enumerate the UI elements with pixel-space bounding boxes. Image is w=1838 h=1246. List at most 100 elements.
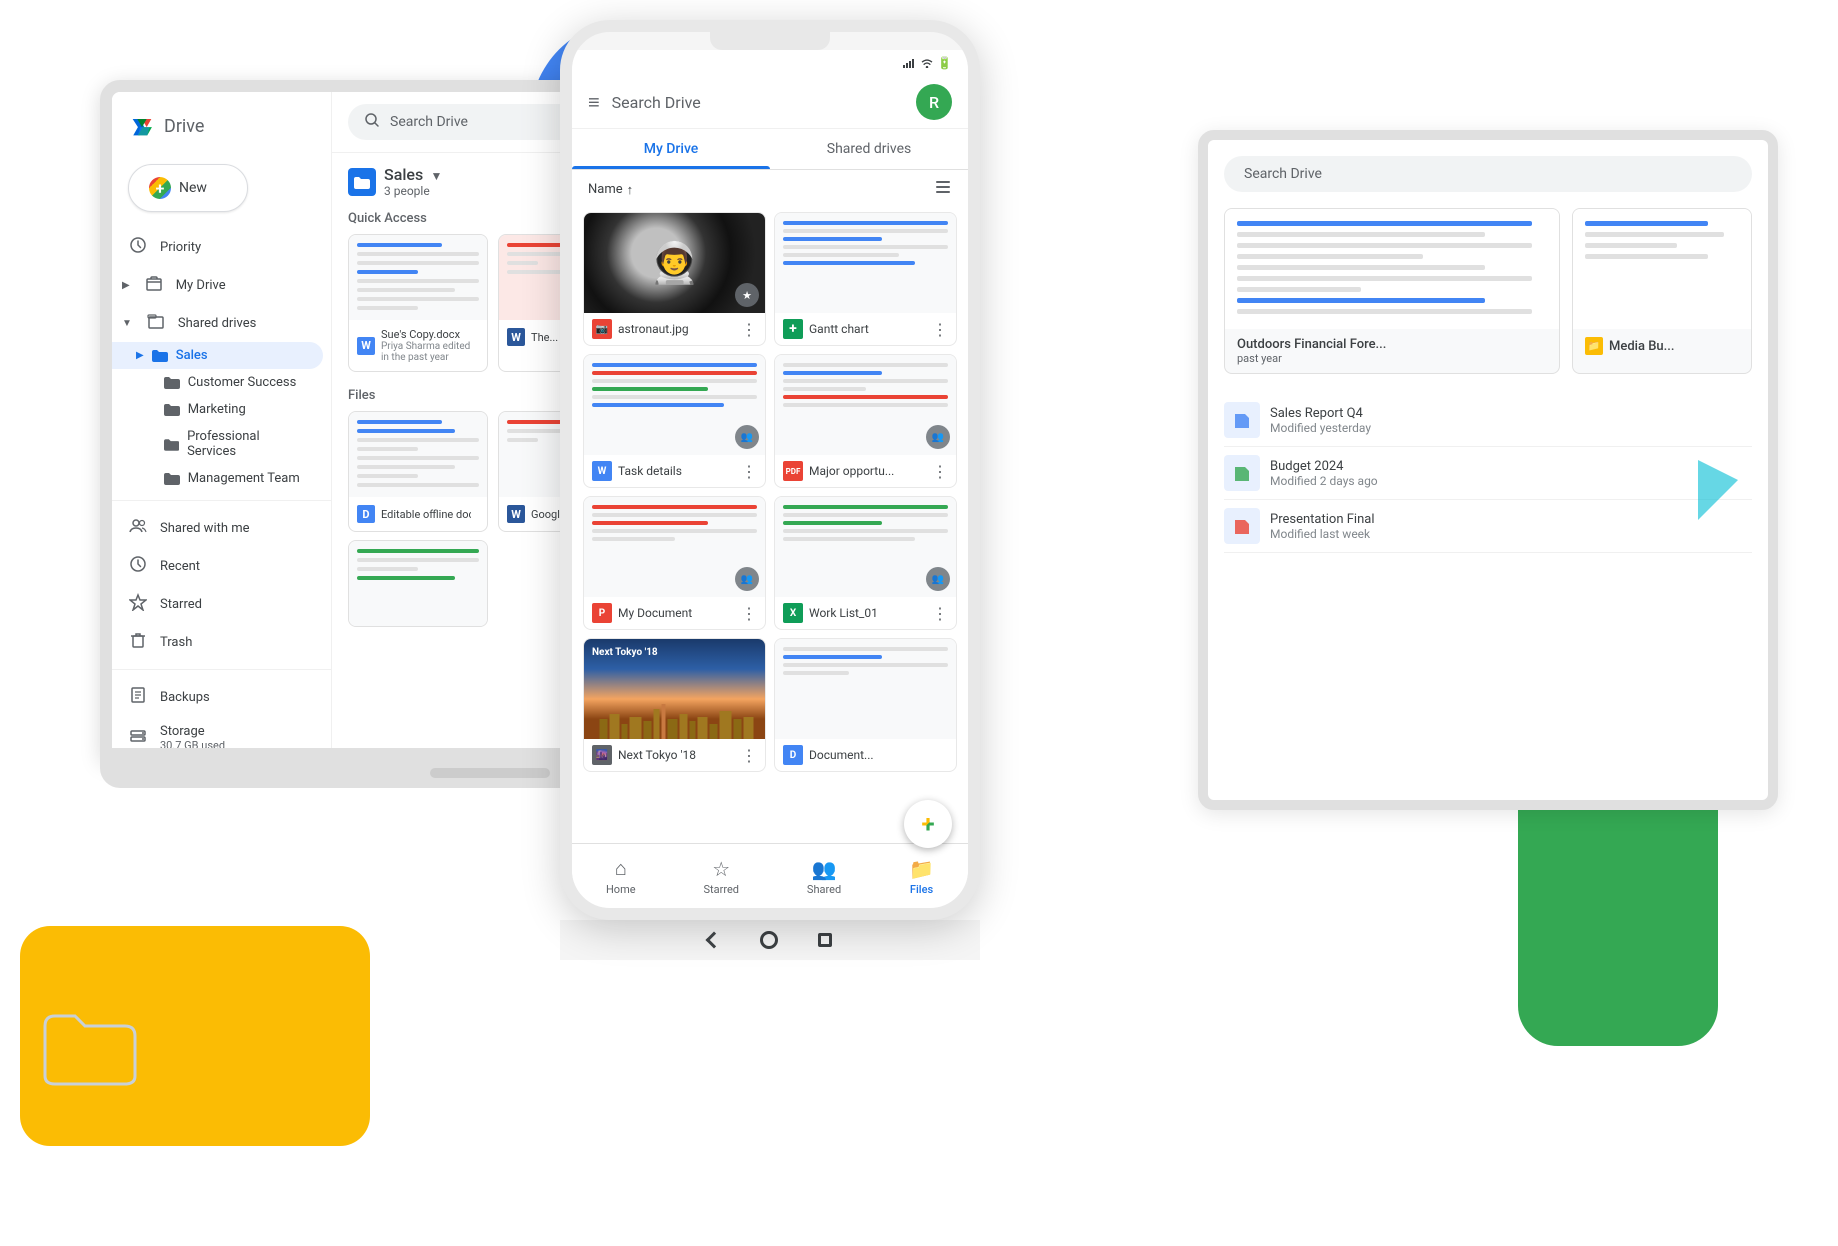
- mobile-file-astronaut[interactable]: ★ 📷 astronaut.jpg ⋮: [583, 212, 766, 346]
- new-button[interactable]: + New: [128, 164, 248, 212]
- tokyo-name: Next Tokyo '18: [618, 748, 696, 762]
- sort-label[interactable]: Name ↑: [588, 182, 633, 198]
- nav-shared[interactable]: 👥 Shared: [795, 853, 853, 887]
- my-document-more-icon[interactable]: ⋮: [741, 604, 757, 623]
- sort-direction-icon: ↑: [627, 182, 634, 198]
- nav-files[interactable]: 📁 Files: [897, 853, 946, 887]
- gantt-thumb: [775, 213, 956, 313]
- sidebar-item-starred[interactable]: Starred: [112, 585, 323, 623]
- my-document-info: P My Document ⋮: [584, 597, 765, 629]
- mobile-bottom-nav: ⌂ Home ☆ Starred 👥 Shared 📁 Files: [572, 843, 968, 886]
- mobile-file-work-list[interactable]: 👥 X Work List_01 ⋮: [774, 496, 957, 630]
- docs-icon-task: W: [592, 461, 612, 481]
- customer-success-label: Customer Success: [188, 375, 297, 390]
- file-card-row3[interactable]: [348, 540, 488, 627]
- desktop-card-1[interactable]: Outdoors Financial Fore... past year: [1224, 208, 1560, 374]
- sidebar-item-marketing[interactable]: ▶ Marketing: [112, 396, 323, 423]
- recent-icon: [128, 555, 148, 577]
- desktop-row-name-1: Sales Report Q4: [1270, 406, 1371, 421]
- sidebar-item-priority[interactable]: Priority: [112, 228, 323, 266]
- slides-icon: P: [592, 603, 612, 623]
- sidebar-item-recent[interactable]: Recent: [112, 547, 323, 585]
- tab-my-drive[interactable]: My Drive: [572, 129, 770, 169]
- file-meta-sues-copy: Priya Sharma edited in the past year: [381, 341, 479, 363]
- management-team-folder-icon: [164, 472, 180, 485]
- shared-drives-chevron[interactable]: ▼: [120, 316, 134, 331]
- hamburger-menu-icon[interactable]: ≡: [588, 90, 600, 115]
- gantt-more-icon[interactable]: ⋮: [932, 320, 948, 339]
- preview-editable-lines: [357, 420, 479, 492]
- tokyo-more-icon[interactable]: ⋮: [741, 746, 757, 765]
- nav-starred[interactable]: ☆ Starred: [691, 853, 751, 887]
- desktop-card-2[interactable]: 📁 Media Bu...: [1572, 208, 1752, 374]
- phone-system-bar: [560, 920, 980, 960]
- breadcrumb-folder-name: Sales: [384, 165, 423, 184]
- sidebar-item-management-team[interactable]: ▶ Management Team: [112, 465, 323, 492]
- mobile-avatar[interactable]: R: [916, 84, 952, 120]
- sidebar-item-customer-success[interactable]: ▶ Customer Success: [112, 369, 323, 396]
- home-button[interactable]: [760, 931, 778, 949]
- fab-plus-icon: +: [921, 810, 934, 838]
- desktop-icon-wrap-1: [1224, 402, 1260, 438]
- file-preview-row3: [349, 541, 487, 626]
- sidebar-item-trash[interactable]: Trash: [112, 623, 323, 661]
- customer-success-folder-icon: [164, 376, 180, 389]
- sales-expand-btn[interactable]: ▶: [136, 350, 144, 361]
- new-plus-icon: +: [149, 177, 171, 199]
- my-document-left: P My Document: [592, 603, 741, 623]
- desktop-search-bar[interactable]: Search Drive: [1224, 156, 1752, 192]
- sidebar-item-professional-services[interactable]: ▶ Professional Services: [112, 423, 323, 465]
- battery-icon: 🔋: [937, 56, 952, 70]
- work-list-more-icon[interactable]: ⋮: [932, 604, 948, 623]
- major-more-icon[interactable]: ⋮: [932, 462, 948, 481]
- sidebar-item-backups[interactable]: Backups: [112, 678, 323, 716]
- desktop-file-row-2[interactable]: Budget 2024 Modified 2 days ago: [1224, 447, 1752, 500]
- group-badge-major: 👥: [926, 425, 950, 449]
- shared-with-me-label: Shared with me: [160, 521, 250, 536]
- tab-shared-drives[interactable]: Shared drives: [770, 129, 968, 169]
- desktop-file-row-1[interactable]: Sales Report Q4 Modified yesterday: [1224, 394, 1752, 447]
- desktop-file-rows: Sales Report Q4 Modified yesterday Budge…: [1224, 394, 1752, 553]
- major-name: Major opportu...: [809, 464, 894, 478]
- sidebar-divider-2: [112, 669, 331, 670]
- mobile-file-major[interactable]: 👥 PDF Major opportu... ⋮: [774, 354, 957, 488]
- mobile-file-my-document[interactable]: 👥 P My Document ⋮: [583, 496, 766, 630]
- desktop-icon-wrap-3: [1224, 508, 1260, 544]
- back-button[interactable]: [706, 932, 723, 949]
- nav-home[interactable]: ⌂ Home: [594, 852, 648, 886]
- desktop-screen: Search Drive: [1198, 130, 1778, 810]
- desktop-file-row-3[interactable]: Presentation Final Modified last week: [1224, 500, 1752, 553]
- gantt-info: + Gantt chart ⋮: [775, 313, 956, 345]
- my-drive-chevron[interactable]: ▶: [120, 278, 132, 293]
- sidebar-item-sales[interactable]: ▶ Sales: [112, 342, 323, 369]
- sidebar-item-shared-with-me[interactable]: Shared with me: [112, 509, 323, 547]
- star-badge: ★: [735, 283, 759, 307]
- sidebar-item-storage[interactable]: Storage 30.7 GB used: [112, 716, 323, 760]
- list-view-icon[interactable]: [934, 178, 952, 201]
- task-more-icon[interactable]: ⋮: [741, 462, 757, 481]
- mobile-file-tokyo[interactable]: Next Tokyo '18: [583, 638, 766, 772]
- astronaut-more-icon[interactable]: ⋮: [741, 320, 757, 339]
- search-icon: [364, 112, 380, 132]
- file-card-sues-copy[interactable]: W Sue's Copy.docx Priya Sharma edited in…: [348, 234, 488, 372]
- fab-add-button[interactable]: +: [904, 800, 952, 848]
- sidebar-item-my-drive[interactable]: ▶ My Drive: [112, 266, 323, 304]
- professional-services-label: Professional Services: [187, 429, 307, 459]
- recent-button[interactable]: [818, 933, 832, 947]
- mobile-search-text[interactable]: Search Drive: [612, 93, 904, 112]
- preview-lines: [357, 243, 479, 315]
- tab-shared-drives-label: Shared drives: [827, 141, 911, 157]
- sidebar-logo-text: Drive: [164, 116, 204, 137]
- desktop-icon-wrap-2: [1224, 455, 1260, 491]
- mobile-file-empty[interactable]: D Document...: [774, 638, 957, 772]
- pdf-icon: PDF: [783, 461, 803, 481]
- sidebar-item-shared-drives[interactable]: ▼ Shared drives: [112, 304, 323, 342]
- desktop-file-icon-1: [1232, 410, 1252, 430]
- sidebar-divider-1: [112, 500, 331, 501]
- desktop-file-icon-3: [1232, 516, 1252, 536]
- file-card-editable[interactable]: D Editable offline doc...: [348, 411, 488, 532]
- mobile-file-task-details[interactable]: 👥 W Task details ⋮: [583, 354, 766, 488]
- mobile-file-gantt[interactable]: + Gantt chart ⋮: [774, 212, 957, 346]
- nav-files-icon: 📁: [909, 857, 934, 881]
- tokyo-info: 🌆 Next Tokyo '18 ⋮: [584, 739, 765, 771]
